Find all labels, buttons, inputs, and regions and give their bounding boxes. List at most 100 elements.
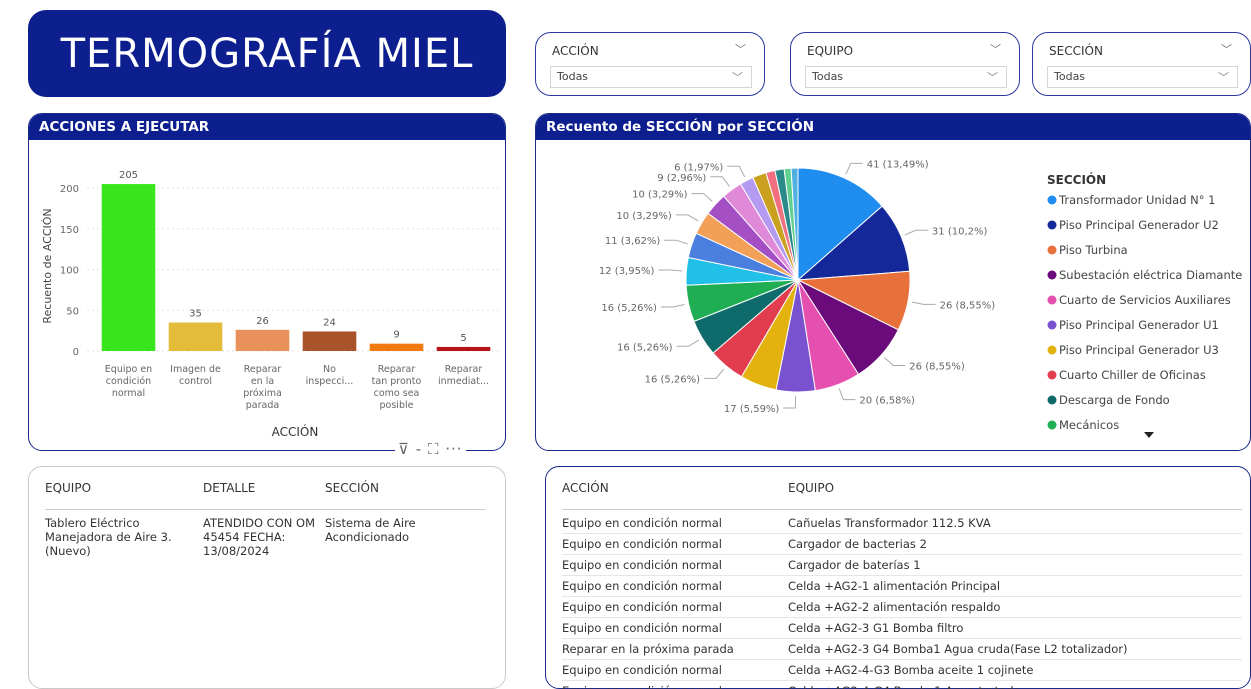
bar-value-label: 26 [256, 316, 269, 327]
slicer-accion[interactable]: ACCIÓN ﹀ Todas ﹀ [535, 32, 765, 96]
bar-value-label: 5 [460, 333, 466, 344]
y-tick-label: 200 [60, 184, 79, 195]
slicer-seccion-label: SECCIÓN [1049, 44, 1103, 58]
slicer-equipo[interactable]: EQUIPO ﹀ Todas ﹀ [790, 32, 1020, 96]
legend-item: Descarga de Fondo [1059, 393, 1170, 407]
detail-cell: Tablero Eléctrico Manejadora de Aire 3. … [45, 516, 172, 558]
legend-item: Piso Turbina [1059, 243, 1128, 257]
x-category-label: inspecci... [306, 376, 354, 387]
chevron-down-icon[interactable]: ﹀ [1218, 69, 1229, 85]
pie-data-label: 11 (3,62%) [605, 236, 661, 247]
chevron-down-icon[interactable]: ﹀ [990, 41, 1001, 57]
chevron-down-icon[interactable]: ﹀ [987, 69, 998, 85]
slicer-equipo-dropdown[interactable]: Todas ﹀ [805, 66, 1007, 88]
x-category-label: parada [246, 400, 279, 411]
chevron-down-icon[interactable]: ﹀ [735, 41, 746, 57]
pie-chart: 41 (13,49%) 31 (10,2%) 26 (8,55%) 26 (8,55%… [599, 159, 1242, 438]
slicer-accion-dropdown[interactable]: Todas ﹀ [550, 66, 752, 88]
bar [235, 329, 290, 351]
list-cell-equipo: Celda +AG2-2 alimentación respaldo [788, 600, 1001, 614]
focus-mode-icon[interactable]: ⛶ [428, 440, 440, 458]
slicer-seccion[interactable]: SECCIÓN ﹀ Todas ﹀ [1032, 32, 1251, 96]
slicer-seccion-dropdown[interactable]: Todas ﹀ [1047, 66, 1238, 88]
table-row[interactable]: Equipo en condición normal Cargador de ba… [562, 555, 1242, 576]
list-col-accion[interactable]: ACCIÓN [562, 481, 788, 510]
detail-col-equipo[interactable]: EQUIPO [45, 481, 203, 510]
table-row[interactable]: Tablero Eléctrico Manejadora de Aire 3. … [45, 510, 485, 558]
detail-cell: Sistema de Aire Acondicionado [325, 516, 416, 544]
table-row[interactable]: Equipo en condición normal Cañuelas Trans… [562, 510, 1242, 534]
pie-leader-line [676, 339, 700, 347]
legend-scroll-down-icon [1144, 432, 1154, 438]
pie-data-label: 16 (5,26%) [617, 342, 673, 353]
legend-marker [1047, 245, 1057, 255]
detail-col-seccion[interactable]: SECCIÓN [325, 481, 485, 510]
y-tick-label: 50 [66, 306, 79, 317]
chevron-down-icon[interactable]: ﹀ [732, 69, 743, 85]
slicer-equipo-value: Todas [812, 70, 844, 83]
legend-marker [1047, 420, 1057, 430]
list-cell-equipo: Celda +AG2-3 G1 Bomba filtro [788, 621, 964, 635]
x-category-label: como sea [374, 388, 420, 399]
visual-header-icons[interactable]: ⊽ - ⛶ ··· [395, 440, 466, 458]
pie-data-label: 26 (8,55%) [909, 361, 965, 372]
pie-data-label: 20 (6,58%) [859, 396, 915, 407]
table-row[interactable]: Equipo en condición normal Cargador de ba… [562, 534, 1242, 555]
table-row[interactable]: Equipo en condición normalCelda +AG2-4-G… [562, 660, 1242, 681]
legend-item: Subestación eléctrica Diamante [1059, 268, 1242, 282]
y-tick-label: 0 [73, 347, 79, 358]
pie-data-label: 41 (13,49%) [867, 159, 929, 170]
chevron-down-icon[interactable]: ﹀ [1221, 41, 1232, 57]
table-row[interactable]: Equipo en condición normalCelda +AG2-4-G… [562, 681, 1242, 689]
table-row[interactable]: Reparar en la próxima parada Celda +AG2-3… [562, 639, 1242, 660]
slicer-accion-label: ACCIÓN [552, 44, 599, 58]
list-cell-equipo: Celda +AG2-4-G3 Bomba aceite 1 cojinete [788, 663, 1034, 677]
x-category-label: en la [251, 376, 274, 387]
pie-data-label: 9 (2,96%) [657, 173, 706, 184]
list-cell-equipo: Celda +AG2-4-G4 Bomba1 Agua tratada. [788, 681, 1242, 689]
table-row[interactable]: Equipo en condición normal Celda +AG2-1 a… [562, 576, 1242, 597]
y-tick-label: 100 [60, 266, 79, 277]
pie-data-label: 26 (8,55%) [940, 300, 996, 311]
pie-data-label: 16 (5,26%) [645, 374, 701, 385]
list-cell-equipo: Cargador de bacterias 2 [788, 537, 927, 551]
bar [436, 346, 491, 351]
list-cell-accion: Equipo en condición normal [562, 558, 722, 572]
list-cell-accion: Equipo en condición normal [562, 537, 722, 551]
table-row[interactable]: Equipo en condición normal Celda +AG2-2 a… [562, 597, 1242, 618]
pie-leader-line [884, 357, 906, 366]
table-row[interactable]: Equipo en condición normal Celda +AG2-3 G… [562, 618, 1242, 639]
pie-leader-line [911, 301, 936, 305]
legend-marker [1047, 370, 1057, 380]
legend-marker [1047, 195, 1057, 205]
bar-value-label: 205 [119, 170, 138, 181]
pie-leader-line [664, 239, 688, 245]
legend-item: Cuarto Chiller de Oficinas [1059, 368, 1206, 382]
bar-value-label: 35 [189, 309, 202, 320]
x-category-label: normal [112, 388, 145, 399]
pie-leader-line [783, 395, 797, 409]
bar-chart-panel: ACCIONES A EJECUTAR 0 50 100 150 200 Recuento… [28, 113, 506, 451]
x-category-label: control [179, 376, 212, 387]
pie-leader-line [704, 368, 725, 379]
pie-leader-line [727, 165, 746, 178]
x-category-label: Imagen de [170, 364, 221, 375]
bar-value-label: 24 [323, 317, 336, 328]
x-category-label: tan pronto [372, 376, 422, 387]
list-col-equipo[interactable]: EQUIPO [788, 481, 1242, 510]
detail-col-detalle[interactable]: DETALLE [203, 481, 325, 510]
bar-chart-title: ACCIONES A EJECUTAR [29, 114, 505, 140]
slicer-accion-value: Todas [557, 70, 589, 83]
more-options-icon[interactable]: ··· [445, 440, 462, 458]
list-cell-accion: Equipo en condición normal [562, 579, 722, 593]
x-category-label: Reparar [244, 364, 282, 375]
list-cell-accion: Equipo en condición normal [562, 516, 722, 530]
detail-cell: ATENDIDO CON OM 45454 FECHA: 13/08/2024 [203, 516, 315, 558]
legend-item: Transformador Unidad N° 1 [1058, 193, 1216, 207]
list-cell-equipo: Cañuelas Transformador 112.5 KVA [788, 516, 991, 530]
legend-item: Piso Principal Generador U1 [1059, 318, 1219, 332]
pie-leader-line [838, 388, 856, 401]
filter-icon[interactable]: ⊽ [398, 440, 410, 458]
list-cell-accion: Equipo en condición normal [562, 681, 788, 689]
pie-data-label: 31 (10,2%) [932, 226, 988, 237]
